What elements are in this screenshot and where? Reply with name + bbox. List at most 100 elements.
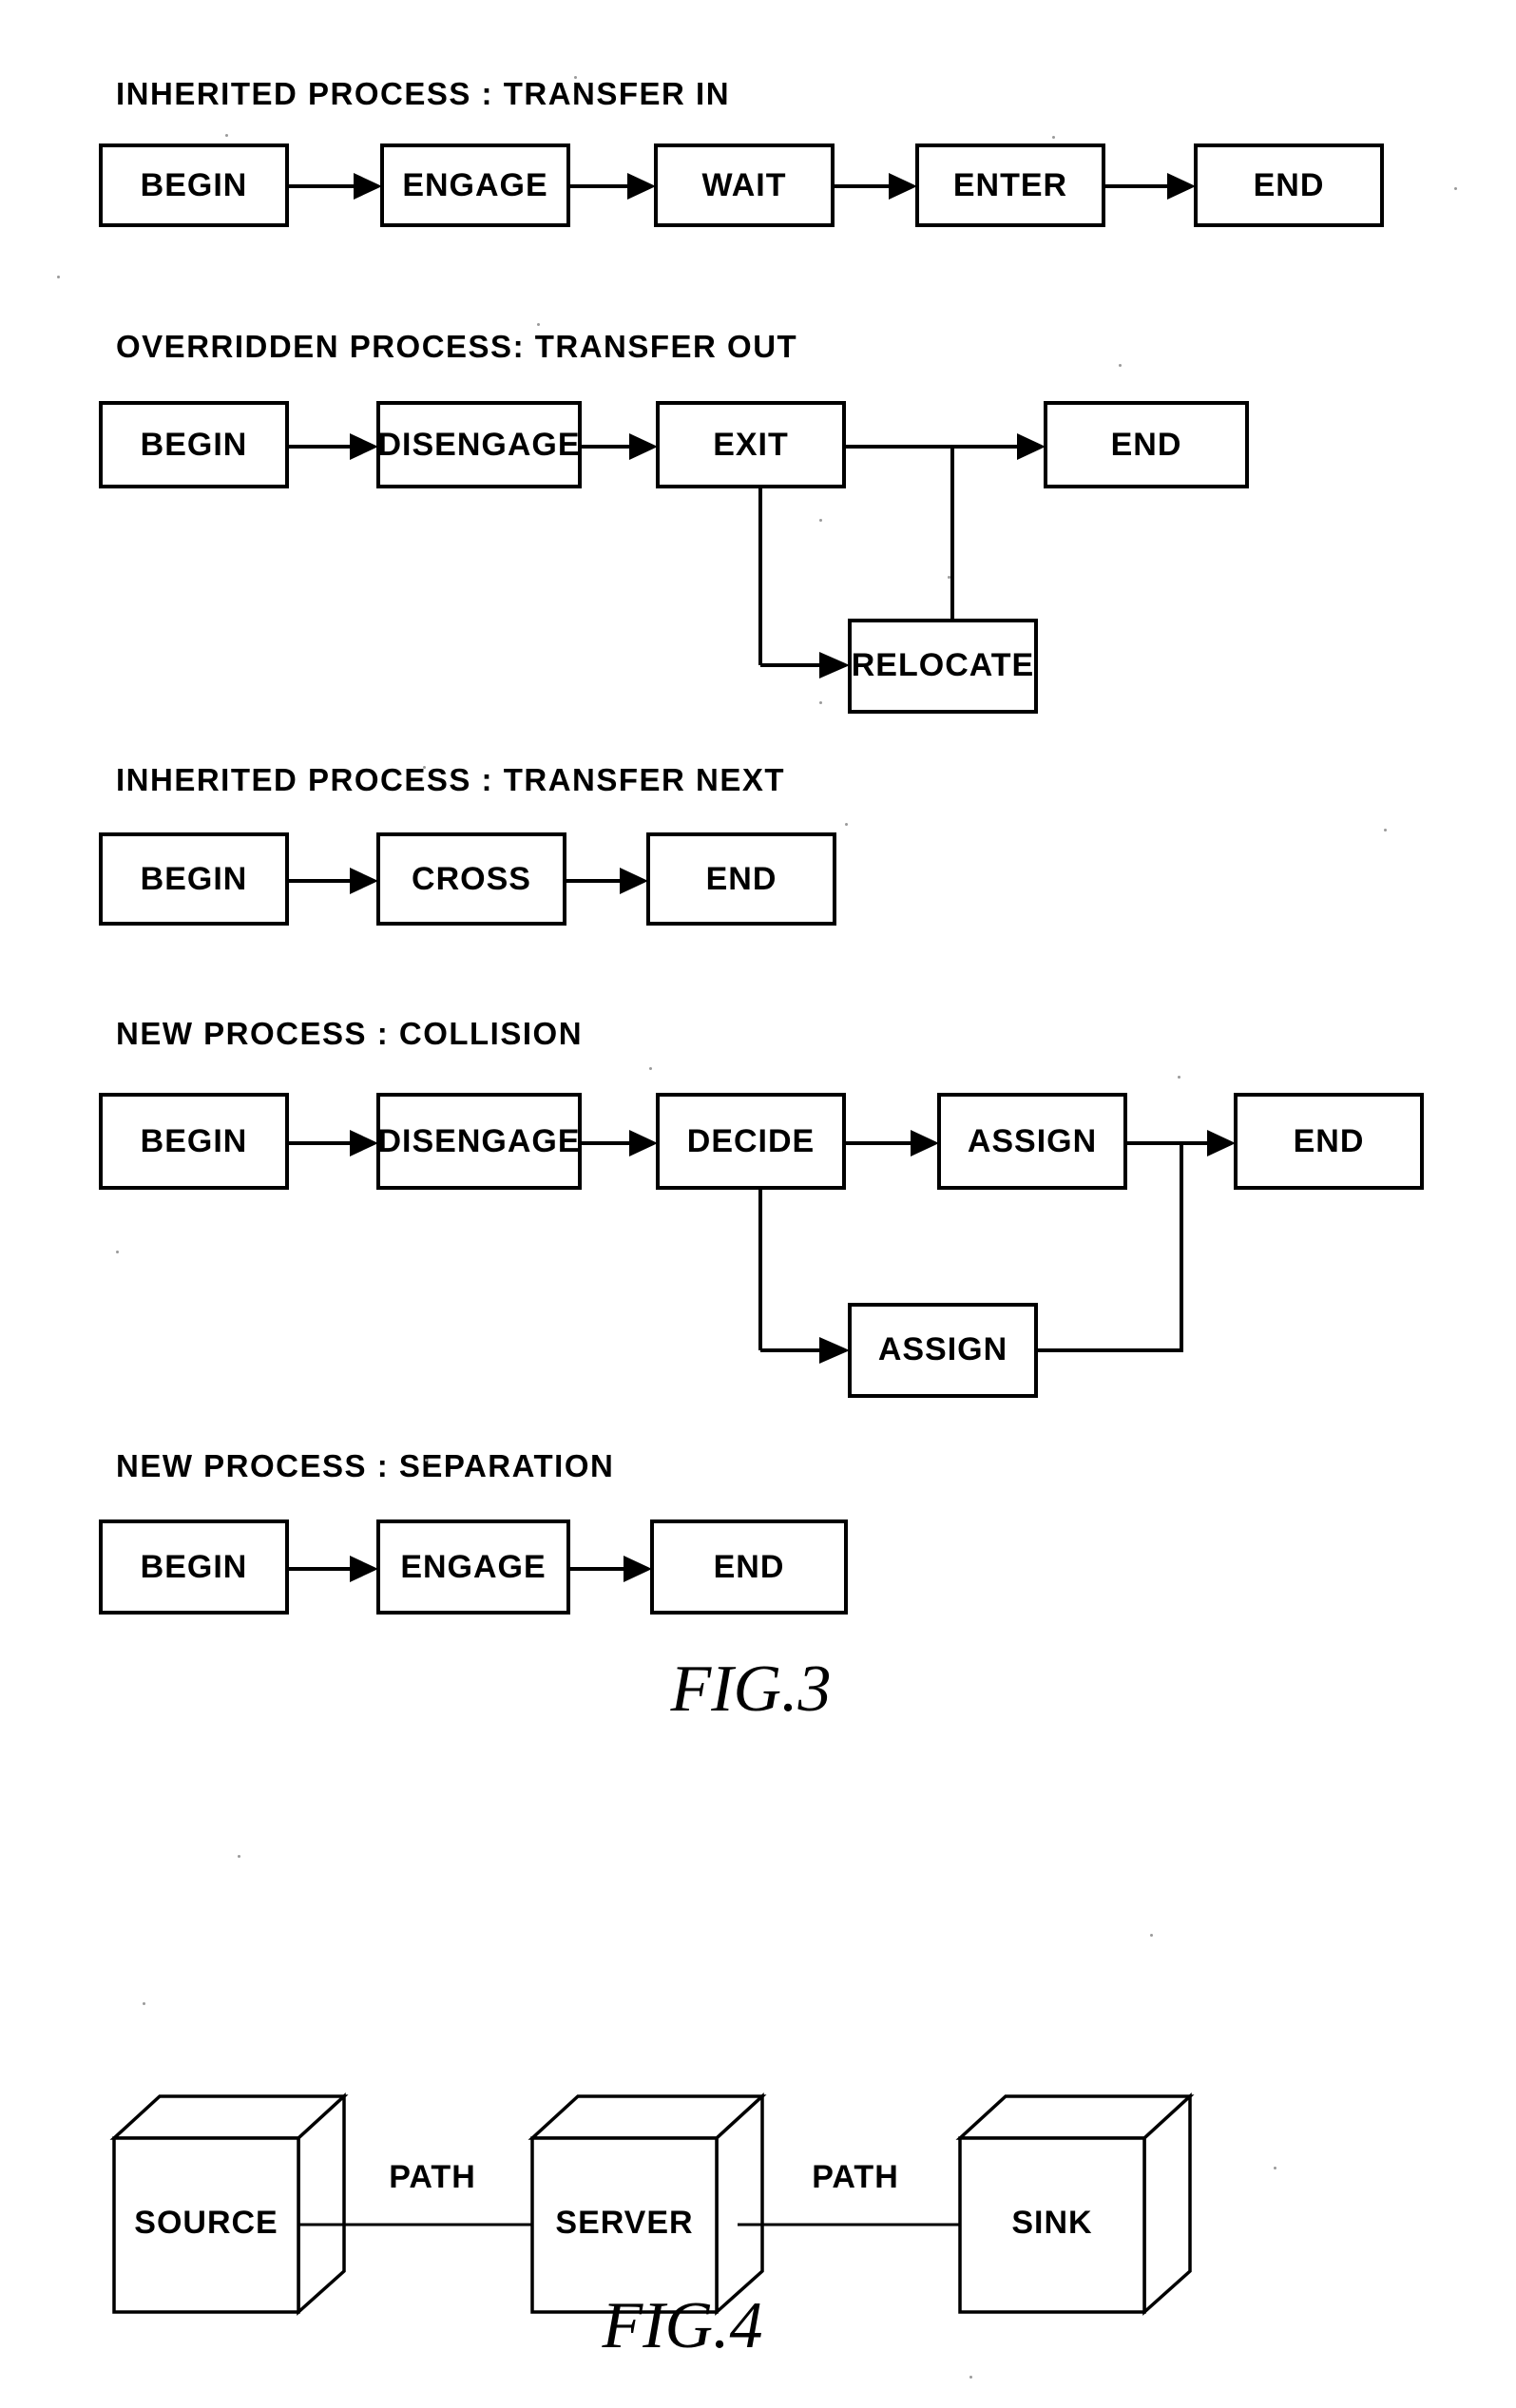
scan-speck [225,134,228,137]
scan-speck [57,276,60,278]
node-label: DISENGAGE [377,427,580,463]
scan-speck [1454,187,1457,190]
node-begin: BEGIN [99,1093,289,1190]
process-group-transfer-in: INHERITED PROCESS : TRANSFER IN BEGIN EN… [99,76,1384,227]
node-begin: BEGIN [99,1519,289,1615]
node-end: END [1194,143,1384,227]
node-label: EXIT [713,427,789,463]
arrow-begin-to-engage [287,173,382,200]
process-heading-separation: NEW PROCESS : SEPARATION [116,1448,614,1483]
node-exit: EXIT [656,401,846,488]
arrow-exit-to-end [844,433,1046,460]
node-label: ENGAGE [402,167,547,203]
process-group-separation: NEW PROCESS : SEPARATION BEGIN ENGAGE EN… [99,1448,848,1615]
node-engage: ENGAGE [380,143,570,227]
node-wait: WAIT [654,143,835,227]
process-group-collision: NEW PROCESS : COLLISION BEGIN DISENGAGE … [99,1016,1424,1398]
node-label: CROSS [412,861,531,897]
scan-speck [143,2002,145,2005]
figure-caption-fig4: FIG.4 [601,2289,762,2362]
node-label: BEGIN [141,861,248,897]
node-begin: BEGIN [99,143,289,227]
node-label: SINK [1011,2205,1092,2241]
scan-speck [1178,1076,1180,1079]
scan-speck [1119,364,1122,367]
arrow-engage-to-end [568,1556,652,1582]
scan-speck [238,1855,240,1858]
arrow-decide-to-assign-top [844,1130,939,1156]
patent-figure-page: INHERITED PROCESS : TRANSFER IN BEGIN EN… [0,0,1516,2408]
node-label: DECIDE [687,1123,815,1159]
branch-decide-to-assign-bottom [758,1188,850,1364]
node-end: END [1234,1093,1424,1190]
node-decide: DECIDE [656,1093,846,1190]
node-label: BEGIN [141,427,248,463]
process-heading-transfer-out: OVERRIDDEN PROCESS: TRANSFER OUT [116,329,797,364]
arrow-engage-to-wait [568,173,656,200]
branch-exit-to-relocate [758,487,850,678]
scan-speck [1384,829,1387,831]
arrow-disengage-to-exit [580,433,658,460]
scan-speck [969,2376,972,2379]
figures-canvas: INHERITED PROCESS : TRANSFER IN BEGIN EN… [99,76,1424,2362]
node-label: END [1254,167,1325,203]
node-source-cube: SOURCE [109,2093,349,2316]
scan-speck [537,323,540,326]
node-begin: BEGIN [99,401,289,488]
arrow-wait-to-enter [833,173,917,200]
arrow-cross-to-end [565,868,648,894]
scan-speck [819,701,822,704]
node-label: RELOCATE [852,647,1034,683]
node-end: END [1044,401,1249,488]
figure-group-fig4: SOURCE PATH SERVER PATH SINK [109,2093,1195,2316]
node-label: DISENGAGE [377,1123,580,1159]
scan-speck [574,76,577,79]
node-begin: BEGIN [99,832,289,926]
node-label: SOURCE [134,2205,278,2241]
node-cross: CROSS [376,832,566,926]
node-label: END [1111,427,1182,463]
process-group-transfer-out: OVERRIDDEN PROCESS: TRANSFER OUT BEGIN D… [99,329,1249,714]
scan-speck [819,519,822,522]
node-disengage: DISENGAGE [376,1093,582,1190]
arrow-begin-to-cross [287,868,378,894]
node-disengage: DISENGAGE [376,401,582,488]
node-label: ENTER [953,167,1067,203]
node-end: END [650,1519,848,1615]
figure-caption-fig3: FIG.3 [669,1653,831,1726]
node-assign-bottom: ASSIGN [848,1303,1038,1398]
node-label: ASSIGN [878,1331,1007,1367]
node-label: BEGIN [141,1549,248,1585]
node-label: ASSIGN [968,1123,1097,1159]
arrow-disengage-to-decide [580,1130,658,1156]
node-label: END [714,1549,785,1585]
scan-speck [1274,2167,1276,2169]
node-label: WAIT [702,167,787,203]
arrow-begin-to-disengage [287,1130,378,1156]
process-heading-transfer-next: INHERITED PROCESS : TRANSFER NEXT [116,762,785,797]
arrow-enter-to-end [1103,173,1196,200]
node-sink-cube: SINK [955,2093,1195,2316]
scan-speck [116,1251,119,1253]
scan-speck [948,576,950,579]
node-engage: ENGAGE [376,1519,570,1615]
arrow-begin-to-engage [287,1556,378,1582]
arrow-begin-to-disengage [287,433,378,460]
link-path-server-sink: PATH [738,2159,960,2226]
node-end: END [646,832,836,926]
node-relocate: RELOCATE [848,619,1038,714]
scan-speck [1052,136,1055,139]
node-label: ENGAGE [400,1549,546,1585]
scan-speck [649,1067,652,1070]
node-label: BEGIN [141,1123,248,1159]
scan-speck [423,766,426,769]
node-label: SERVER [555,2205,693,2241]
process-heading-transfer-in: INHERITED PROCESS : TRANSFER IN [116,76,730,111]
scan-speck [1150,1934,1153,1937]
link-label: PATH [389,2159,476,2195]
node-enter: ENTER [915,143,1105,227]
process-heading-collision: NEW PROCESS : COLLISION [116,1016,583,1051]
node-label: END [1294,1123,1365,1159]
link-label: PATH [812,2159,899,2195]
node-label: BEGIN [141,167,248,203]
